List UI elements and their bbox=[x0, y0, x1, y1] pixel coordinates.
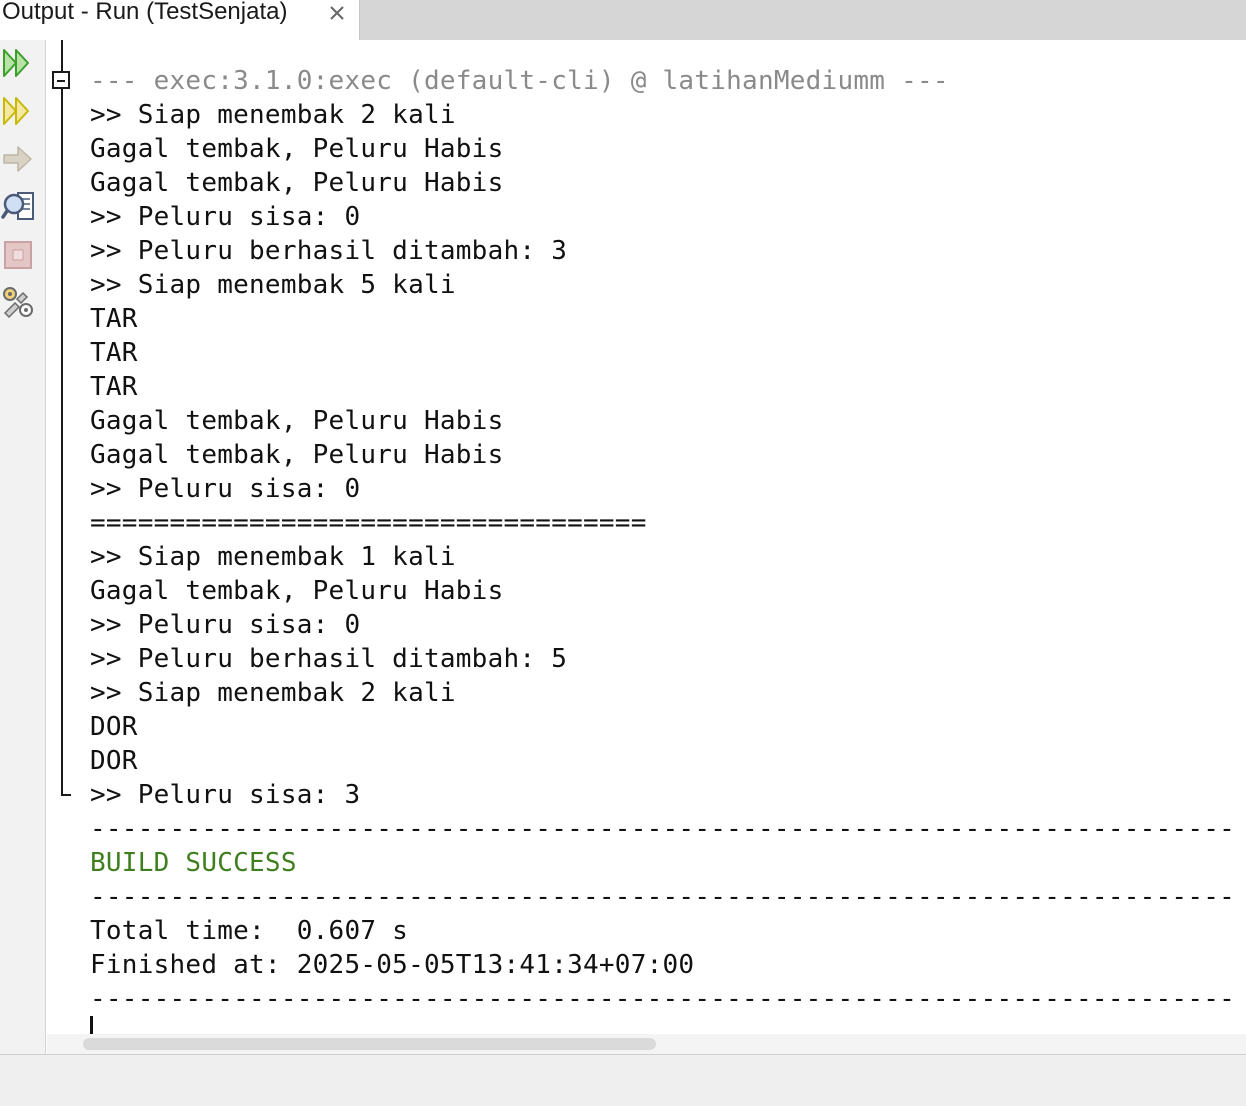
console-line: >> Peluru sisa: 3 bbox=[90, 780, 361, 810]
output-action-bar bbox=[0, 40, 46, 1054]
text-caret bbox=[90, 1016, 93, 1034]
output-tab-strip: Output - Run (TestSenjata) bbox=[0, 0, 1246, 40]
console-line: --- exec:3.1.0:exec (default-cli) @ lati… bbox=[90, 66, 949, 96]
console-lines: --- exec:3.1.0:exec (default-cli) @ lati… bbox=[90, 64, 1235, 1016]
console-line: Gagal tembak, Peluru Habis bbox=[90, 576, 504, 606]
rerun-with-options-icon[interactable] bbox=[1, 93, 37, 129]
console-line: >> Siap menembak 2 kali bbox=[90, 678, 456, 708]
console-line: Total time: 0.607 s bbox=[90, 916, 409, 946]
horizontal-scrollbar[interactable] bbox=[47, 1034, 1246, 1054]
console-line: >> Siap menembak 1 kali bbox=[90, 542, 456, 572]
console-line: BUILD SUCCESS bbox=[90, 848, 297, 878]
fold-guide bbox=[61, 40, 63, 794]
inspect-icon[interactable] bbox=[1, 189, 37, 225]
console-line: >> Peluru berhasil ditambah: 3 bbox=[90, 236, 568, 266]
fold-collapse-icon[interactable] bbox=[52, 71, 70, 89]
console-line: DOR bbox=[90, 712, 138, 742]
stop-arrow-icon[interactable] bbox=[1, 141, 37, 177]
console-line: ----------------------------------------… bbox=[90, 814, 1236, 844]
horizontal-scrollbar-thumb[interactable] bbox=[83, 1038, 656, 1050]
status-bar bbox=[0, 1054, 1246, 1106]
console-line: Gagal tembak, Peluru Habis bbox=[90, 134, 504, 164]
console-line: Gagal tembak, Peluru Habis bbox=[90, 168, 504, 198]
console-line: TAR bbox=[90, 338, 138, 368]
close-icon[interactable] bbox=[326, 2, 348, 24]
console-line: >> Siap menembak 2 kali bbox=[90, 100, 456, 130]
console-line: Gagal tembak, Peluru Habis bbox=[90, 440, 504, 470]
console-line: >> Peluru sisa: 0 bbox=[90, 474, 361, 504]
console-output[interactable]: --- exec:3.1.0:exec (default-cli) @ lati… bbox=[47, 40, 1246, 1034]
console-line: ----------------------------------------… bbox=[90, 984, 1236, 1014]
console-line: >> Peluru berhasil ditambah: 5 bbox=[90, 644, 568, 674]
rerun-icon[interactable] bbox=[1, 45, 37, 81]
console-line: Finished at: 2025-05-05T13:41:34+07:00 bbox=[90, 950, 695, 980]
console-line: >> Siap menembak 5 kali bbox=[90, 270, 456, 300]
console-line: TAR bbox=[90, 304, 138, 334]
console-line: >> Peluru sisa: 0 bbox=[90, 202, 361, 232]
stop-icon[interactable] bbox=[1, 237, 37, 273]
console-line: Gagal tembak, Peluru Habis bbox=[90, 406, 504, 436]
output-tab[interactable]: Output - Run (TestSenjata) bbox=[0, 0, 360, 40]
console-line: DOR bbox=[90, 746, 138, 776]
console-line: ----------------------------------------… bbox=[90, 882, 1236, 912]
console-line: >> Peluru sisa: 0 bbox=[90, 610, 361, 640]
console-line: TAR bbox=[90, 372, 138, 402]
console-line: =================================== bbox=[90, 508, 647, 538]
settings-icon[interactable] bbox=[1, 285, 37, 321]
fold-guide-end bbox=[61, 794, 71, 796]
tab-title: Output - Run (TestSenjata) bbox=[2, 0, 288, 25]
